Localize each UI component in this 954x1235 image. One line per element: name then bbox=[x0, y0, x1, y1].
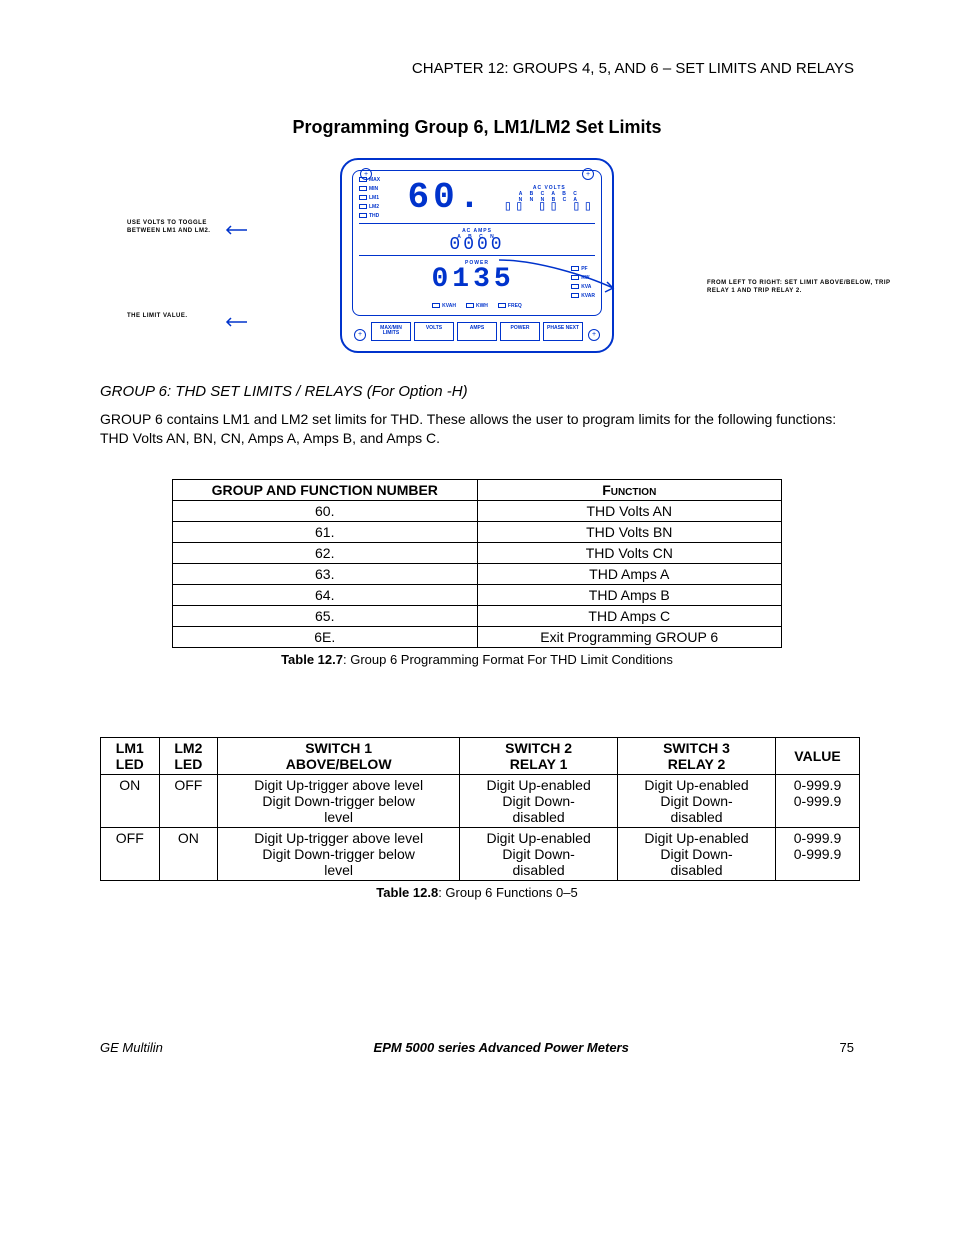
t1-head-0: GROUP AND FUNCTION NUMBER bbox=[173, 479, 478, 500]
maxmin-limits-button[interactable]: MAX/MIN LIMITS bbox=[371, 322, 411, 341]
led-group-left: MAX MIN LM1 LM2 THD bbox=[359, 177, 380, 219]
t1-cell: 64. bbox=[173, 584, 478, 605]
t2-cell: Digit Up-enabledDigit Down-disabled bbox=[618, 774, 776, 827]
t1-cell: THD Volts BN bbox=[477, 521, 782, 542]
annotation-right-1: FROM LEFT TO RIGHT: SET LIMIT ABOVE/BELO… bbox=[707, 280, 897, 296]
t1-cell: THD Amps A bbox=[477, 563, 782, 584]
led-kva: KVA bbox=[571, 284, 595, 290]
t1-cell: 6E. bbox=[173, 626, 478, 647]
t1-cell: 63. bbox=[173, 563, 478, 584]
table-12-8-caption: Table 12.8: Group 6 Functions 0–5 bbox=[100, 885, 854, 900]
t2-head-1: LM2LED bbox=[159, 737, 218, 774]
t1-head-1: Function bbox=[477, 479, 782, 500]
t1-cell: THD Volts CN bbox=[477, 542, 782, 563]
t2-cell: OFF bbox=[159, 774, 218, 827]
page-title: Programming Group 6, LM1/LM2 Set Limits bbox=[100, 117, 854, 138]
led-freq: FREQ bbox=[498, 303, 522, 309]
led-kw: KW bbox=[571, 275, 595, 281]
led-lm2: LM2 bbox=[359, 204, 380, 210]
footer-mid: EPM 5000 series Advanced Power Meters bbox=[374, 1040, 629, 1055]
t2-cell: Digit Up-enabledDigit Down-disabled bbox=[618, 827, 776, 880]
t2-cell: OFF bbox=[101, 827, 160, 880]
t2-cell: 0-999.90-999.9 bbox=[775, 827, 859, 880]
chapter-header: CHAPTER 12: GROUPS 4, 5, AND 6 – SET LIM… bbox=[100, 60, 854, 77]
annotation-left-2: THE LIMIT VALUE. bbox=[127, 313, 227, 321]
t2-head-3: SWITCH 2RELAY 1 bbox=[460, 737, 618, 774]
screw-icon bbox=[588, 329, 600, 341]
power-button[interactable]: POWER bbox=[500, 322, 540, 341]
t2-head-0: LM1LED bbox=[101, 737, 160, 774]
t1-cell: Exit Programming GROUP 6 bbox=[477, 626, 782, 647]
t1-cell: 62. bbox=[173, 542, 478, 563]
amps-button[interactable]: AMPS bbox=[457, 322, 497, 341]
caption-bold: Table 12.7 bbox=[281, 652, 343, 667]
led-kvar: KVAR bbox=[571, 293, 595, 299]
power-led-group: PF KW KVA KVAR bbox=[571, 266, 595, 299]
segment-display-top: 60. bbox=[407, 180, 484, 216]
led-kvah: KVAH bbox=[432, 303, 456, 309]
caption-rest: : Group 6 Functions 0–5 bbox=[438, 885, 577, 900]
led-kwh: KWH bbox=[466, 303, 488, 309]
amps-display: 0000 bbox=[359, 240, 595, 251]
volts-button[interactable]: VOLTS bbox=[414, 322, 454, 341]
annotation-left-1: USE VOLTS TO TOGGLE BETWEEN LM1 AND LM2. bbox=[127, 220, 227, 236]
t2-cell: Digit Up-enabledDigit Down-disabled bbox=[460, 827, 618, 880]
table-12-7: GROUP AND FUNCTION NUMBER Function 60.TH… bbox=[172, 479, 782, 648]
t1-cell: 61. bbox=[173, 521, 478, 542]
arrow-left-1-icon bbox=[225, 224, 249, 236]
table-12-7-caption: Table 12.7: Group 6 Programming Format F… bbox=[100, 652, 854, 667]
t1-cell: 65. bbox=[173, 605, 478, 626]
table-12-8: LM1LED LM2LED SWITCH 1ABOVE/BELOW SWITCH… bbox=[100, 737, 860, 881]
t2-cell: ON bbox=[101, 774, 160, 827]
page-number: 75 bbox=[840, 1040, 854, 1055]
caption-bold: Table 12.8 bbox=[376, 885, 438, 900]
volts-bars: ▯▯ ▯▯ ▯▯ bbox=[504, 203, 595, 211]
button-row: MAX/MIN LIMITS VOLTS AMPS POWER PHASE NE… bbox=[352, 322, 602, 341]
led-thd: THD bbox=[359, 213, 380, 219]
body-paragraph: GROUP 6 contains LM1 and LM2 set limits … bbox=[100, 410, 854, 449]
t2-cell: ON bbox=[159, 827, 218, 880]
t2-cell: 0-999.90-999.9 bbox=[775, 774, 859, 827]
led-lm1: LM1 bbox=[359, 195, 380, 201]
footer-left: GE Multilin bbox=[100, 1040, 163, 1055]
led-min: MIN bbox=[359, 186, 380, 192]
t2-head-2: SWITCH 1ABOVE/BELOW bbox=[218, 737, 460, 774]
bottom-led-row: KVAH KWH FREQ bbox=[359, 303, 595, 309]
t1-cell: 60. bbox=[173, 500, 478, 521]
t2-cell: Digit Up-trigger above levelDigit Down-t… bbox=[218, 827, 460, 880]
t1-cell: THD Amps C bbox=[477, 605, 782, 626]
caption-rest: : Group 6 Programming Format For THD Lim… bbox=[343, 652, 673, 667]
group-heading: GROUP 6: THD SET LIMITS / RELAYS (For Op… bbox=[100, 383, 854, 400]
led-max: MAX bbox=[359, 177, 380, 183]
segment-display-bottom: 0135 bbox=[431, 266, 514, 294]
meter-figure: USE VOLTS TO TOGGLE BETWEEN LM1 AND LM2.… bbox=[100, 158, 854, 353]
led-pf: PF bbox=[571, 266, 595, 272]
arrow-left-2-icon bbox=[225, 316, 249, 328]
t1-cell: THD Volts AN bbox=[477, 500, 782, 521]
t2-cell: Digit Up-enabledDigit Down-disabled bbox=[460, 774, 618, 827]
t2-cell: Digit Up-trigger above levelDigit Down-t… bbox=[218, 774, 460, 827]
t1-cell: THD Amps B bbox=[477, 584, 782, 605]
page-footer: GE Multilin EPM 5000 series Advanced Pow… bbox=[100, 1040, 854, 1055]
phase-next-button[interactable]: PHASE NEXT bbox=[543, 322, 583, 341]
screw-icon bbox=[354, 329, 366, 341]
t2-head-5: VALUE bbox=[775, 737, 859, 774]
t2-head-4: SWITCH 3RELAY 2 bbox=[618, 737, 776, 774]
